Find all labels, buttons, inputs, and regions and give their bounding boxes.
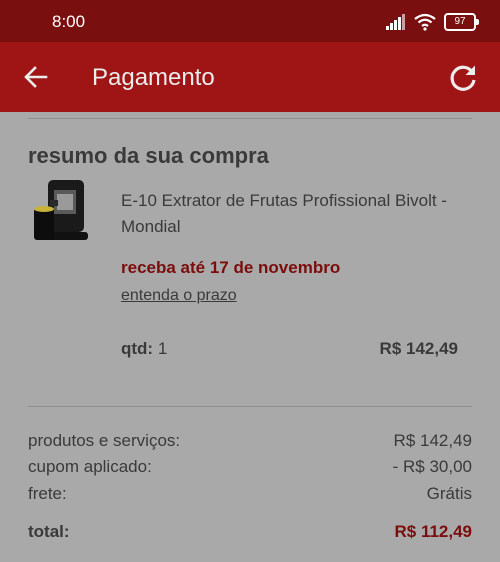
- products-value: R$ 142,49: [393, 431, 472, 450]
- divider: [28, 406, 472, 407]
- total-label: total:: [28, 522, 70, 541]
- product-name[interactable]: E-10 Extrator de Frutas Profissional Biv…: [121, 188, 471, 240]
- shipping-label: frete:: [28, 484, 67, 503]
- battery-level: 97: [454, 16, 466, 27]
- refresh-icon[interactable]: [448, 63, 478, 93]
- status-time: 8:00: [52, 12, 86, 31]
- quantity-value: 1: [157, 339, 168, 358]
- quantity-label: qtd:: [121, 339, 154, 358]
- quantity: qtd: 1: [121, 339, 167, 359]
- divider: [28, 118, 472, 119]
- understand-deadline-link[interactable]: entenda o prazo: [121, 287, 237, 305]
- shipping-value: Grátis: [426, 484, 472, 503]
- item-price: R$ 142,49: [379, 339, 458, 358]
- arrow-left-icon[interactable]: [24, 66, 48, 88]
- delivery-date: receba até 17 de novembro: [121, 258, 341, 277]
- coupon-value: - R$ 30,00: [392, 457, 472, 476]
- products-label: produtos e serviços:: [28, 431, 181, 450]
- status-icons: 97: [386, 12, 479, 32]
- page-title: Pagamento: [92, 64, 215, 91]
- status-bar: 8:00 97: [0, 0, 500, 42]
- battery-icon: 97: [444, 13, 479, 31]
- signal-icon: [386, 14, 405, 30]
- app-bar: Pagamento: [0, 42, 500, 112]
- wifi-icon: [414, 13, 436, 31]
- coupon-label: cupom aplicado:: [28, 457, 152, 476]
- section-title: resumo da sua compra: [28, 143, 269, 168]
- total-value: R$ 112,49: [394, 522, 472, 541]
- product-image: [34, 180, 88, 240]
